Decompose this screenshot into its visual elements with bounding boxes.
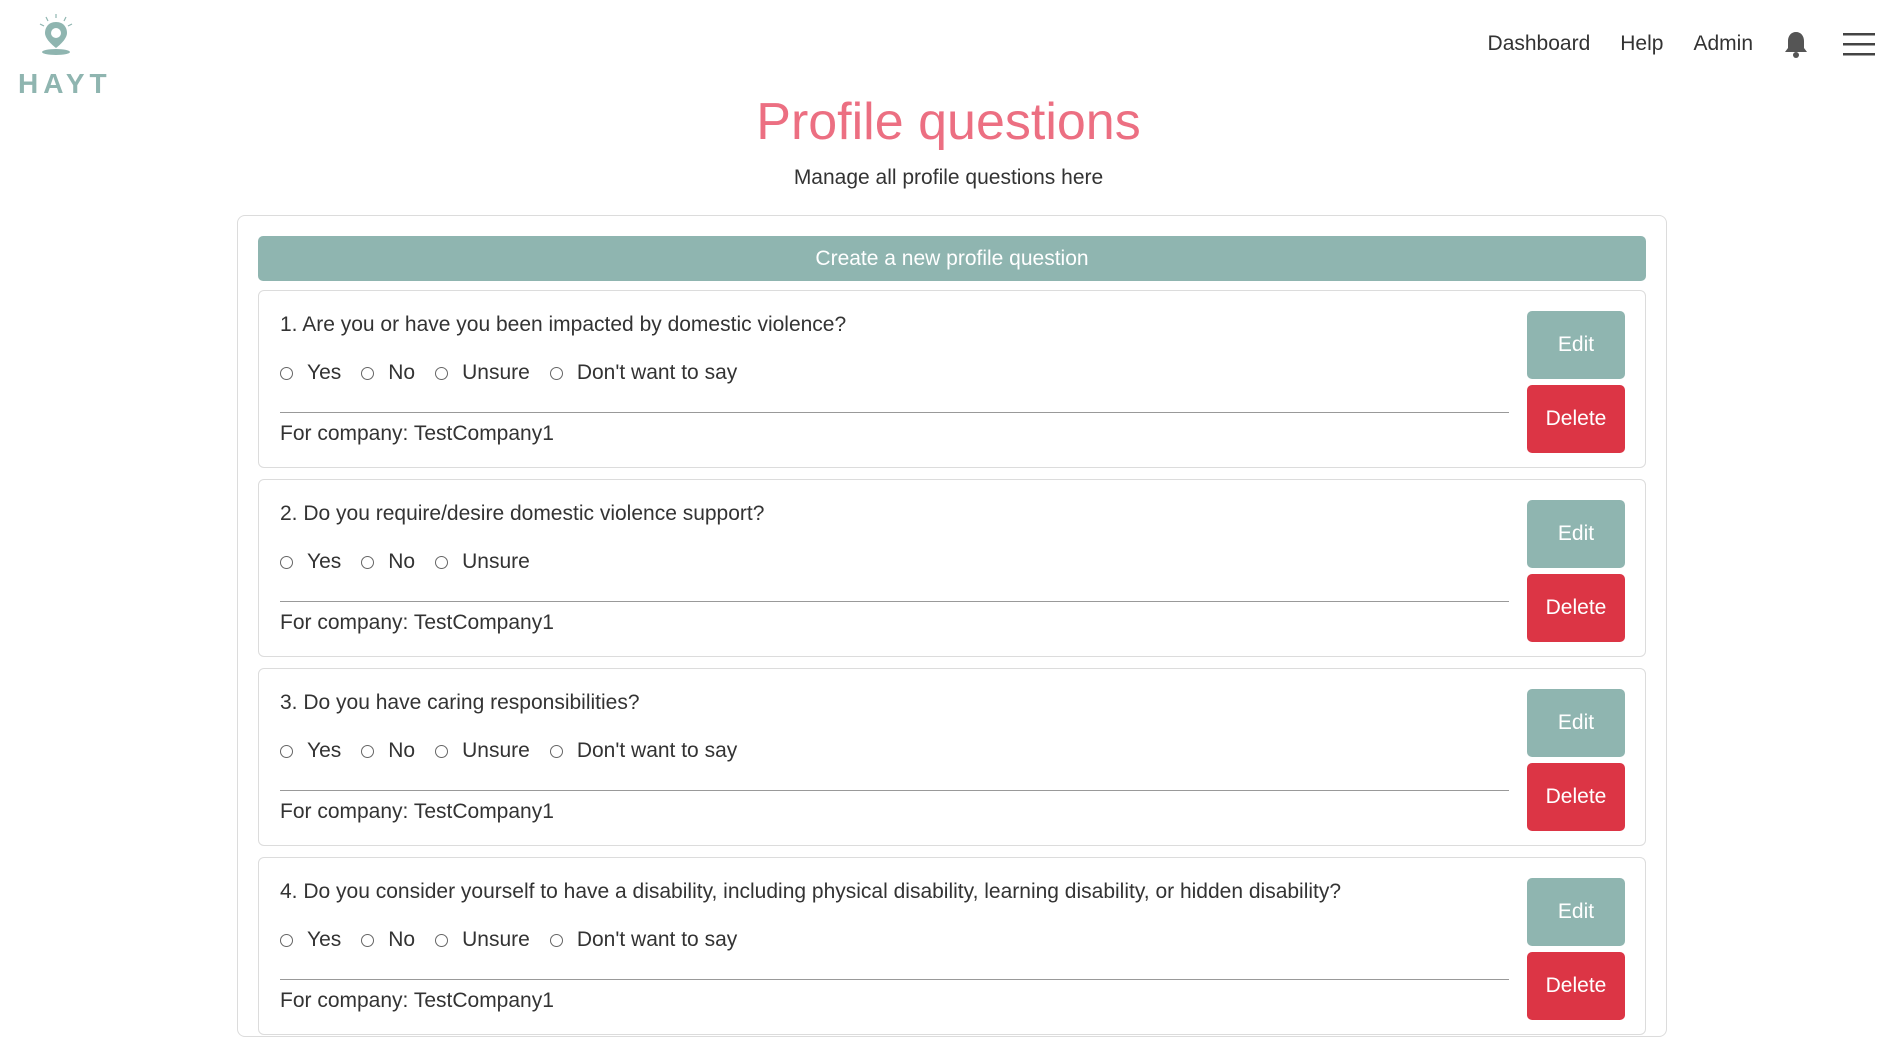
nav-admin[interactable]: Admin — [1693, 32, 1753, 56]
divider — [280, 601, 1509, 602]
option[interactable]: Unsure — [435, 361, 530, 385]
option-label: No — [388, 739, 416, 762]
option[interactable]: Don't want to say — [549, 739, 738, 763]
option-label: No — [388, 361, 416, 384]
radio-button[interactable] — [435, 555, 449, 569]
top-bar: HAYT Dashboard Help Admin — [0, 0, 1897, 99]
question-text: 2. Do you require/desire domestic violen… — [280, 502, 765, 525]
radio-button[interactable] — [435, 366, 449, 380]
option-label: Yes — [307, 928, 342, 951]
radio-button[interactable] — [549, 933, 563, 947]
radio-button[interactable] — [549, 366, 563, 380]
option-label: Unsure — [462, 739, 530, 762]
radio-button[interactable] — [361, 366, 375, 380]
option[interactable]: Unsure — [435, 739, 530, 763]
delete-button[interactable]: Delete — [1527, 385, 1625, 453]
radio-button[interactable] — [435, 744, 449, 758]
option[interactable]: No — [361, 550, 415, 574]
question-company: For company: TestCompany1 — [280, 611, 554, 634]
radio-button[interactable] — [435, 933, 449, 947]
question-card: 4. Do you consider yourself to have a di… — [258, 857, 1646, 1035]
option-label: Unsure — [462, 361, 530, 384]
option[interactable]: No — [361, 928, 415, 952]
page-subtitle: Manage all profile questions here — [793, 166, 1104, 189]
option[interactable]: Yes — [280, 928, 341, 952]
main-nav: Dashboard Help Admin — [1488, 30, 1875, 58]
option[interactable]: Yes — [280, 739, 341, 763]
nav-dashboard[interactable]: Dashboard — [1488, 32, 1591, 56]
question-card: 2. Do you require/desire domestic violen… — [258, 479, 1646, 657]
option-label: No — [388, 550, 416, 573]
hamburger-menu-icon[interactable] — [1843, 31, 1875, 57]
question-company: For company: TestCompany1 — [280, 800, 554, 823]
question-options: Yes No Unsure Don't want to say — [280, 361, 757, 385]
location-pin-icon — [39, 14, 73, 55]
question-company: For company: TestCompany1 — [280, 422, 554, 445]
divider — [280, 979, 1509, 980]
option-label: Yes — [307, 361, 342, 384]
option[interactable]: No — [361, 739, 415, 763]
question-company: For company: TestCompany1 — [280, 989, 554, 1012]
question-options: Yes No Unsure Don't want to say — [280, 928, 757, 952]
option[interactable]: Don't want to say — [549, 928, 738, 952]
option-label: Don't want to say — [576, 361, 738, 384]
radio-button[interactable] — [280, 366, 293, 380]
edit-button[interactable]: Edit — [1527, 689, 1625, 757]
option[interactable]: Unsure — [435, 550, 530, 574]
question-text: 4. Do you consider yourself to have a di… — [280, 880, 1342, 903]
edit-button[interactable]: Edit — [1527, 500, 1625, 568]
radio-button[interactable] — [549, 744, 563, 758]
option[interactable]: Yes — [280, 361, 341, 385]
option[interactable]: No — [361, 361, 415, 385]
delete-button[interactable]: Delete — [1527, 952, 1625, 1020]
nav-help[interactable]: Help — [1620, 32, 1663, 56]
radio-button[interactable] — [280, 555, 293, 569]
radio-button[interactable] — [280, 744, 293, 758]
option-label: Unsure — [462, 928, 530, 951]
option[interactable]: Yes — [280, 550, 341, 574]
radio-button[interactable] — [361, 555, 375, 569]
questions-panel: Create a new profile question 1. Are you… — [237, 215, 1667, 1037]
option-label: Yes — [307, 550, 342, 573]
edit-button[interactable]: Edit — [1527, 878, 1625, 946]
option-label: Don't want to say — [576, 739, 738, 762]
question-options: Yes No Unsure Don't want to say — [280, 739, 757, 763]
option[interactable]: Don't want to say — [549, 361, 738, 385]
divider — [280, 790, 1509, 791]
radio-button[interactable] — [280, 933, 293, 947]
option-label: Don't want to say — [576, 928, 738, 951]
question-options: Yes No Unsure — [280, 550, 550, 574]
bell-icon[interactable] — [1783, 30, 1809, 58]
create-question-button[interactable]: Create a new profile question — [258, 236, 1646, 281]
delete-button[interactable]: Delete — [1527, 763, 1625, 831]
option-label: Unsure — [462, 550, 530, 573]
question-card: 1. Are you or have you been impacted by … — [258, 290, 1646, 468]
option-label: Yes — [307, 739, 342, 762]
page-title: Profile questions — [756, 93, 1141, 151]
option-label: No — [388, 928, 416, 951]
question-text: 3. Do you have caring responsibilities? — [280, 691, 640, 714]
logo[interactable]: HAYT — [8, 12, 107, 99]
radio-button[interactable] — [361, 744, 375, 758]
radio-button[interactable] — [361, 933, 375, 947]
question-card: 3. Do you have caring responsibilities? … — [258, 668, 1646, 846]
divider — [280, 412, 1509, 413]
question-text: 1. Are you or have you been impacted by … — [280, 313, 847, 336]
delete-button[interactable]: Delete — [1527, 574, 1625, 642]
edit-button[interactable]: Edit — [1527, 311, 1625, 379]
option[interactable]: Unsure — [435, 928, 530, 952]
